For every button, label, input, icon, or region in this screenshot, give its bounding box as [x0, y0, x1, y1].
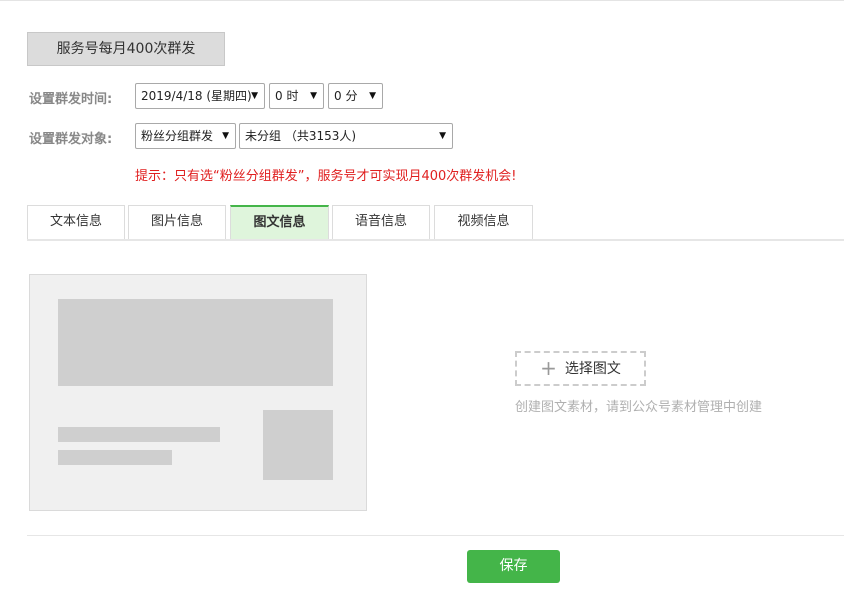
caret-down-icon: ▼ [439, 131, 446, 141]
plus-icon: + [540, 356, 557, 380]
save-button[interactable]: 保存 [467, 550, 560, 583]
select-news-hint: 创建图文素材，请到公众号素材管理中创建 [515, 400, 763, 415]
summary-line-placeholder [58, 450, 172, 465]
date-select-value: 2019/4/18 (星期四) [141, 89, 252, 103]
caret-down-icon: ▼ [310, 91, 317, 101]
mass-send-title-button[interactable]: 服务号每月400次群发 [27, 32, 225, 66]
caret-down-icon: ▼ [222, 131, 229, 141]
target-mode-value: 粉丝分组群发 [141, 129, 214, 143]
minute-select[interactable]: 0 分 ▼ [328, 83, 383, 109]
minute-select-value: 0 分 [334, 89, 358, 103]
tab-voice[interactable]: 语音信息 [332, 205, 430, 239]
hour-select[interactable]: 0 时 ▼ [269, 83, 324, 109]
select-news-button[interactable]: + 选择图文 [515, 351, 646, 386]
tab-news[interactable]: 图文信息 [230, 205, 329, 239]
hour-select-value: 0 时 [275, 89, 299, 103]
tab-video[interactable]: 视频信息 [434, 205, 533, 239]
target-label: 设置群发对象: [29, 132, 113, 147]
top-divider [0, 0, 844, 1]
date-select[interactable]: 2019/4/18 (星期四) ▼ [135, 83, 265, 109]
schedule-label: 设置群发时间: [29, 92, 113, 107]
caret-down-icon: ▼ [251, 91, 258, 101]
news-preview-placeholder [29, 274, 367, 511]
tabs-divider [27, 239, 844, 241]
cover-image-placeholder [58, 299, 333, 386]
target-mode-select[interactable]: 粉丝分组群发 ▼ [135, 123, 236, 149]
thumbnail-placeholder [263, 410, 333, 480]
tab-text[interactable]: 文本信息 [27, 205, 125, 239]
title-line-placeholder [58, 427, 220, 442]
select-news-label: 选择图文 [564, 361, 621, 377]
mass-send-tip: 提示：只有选“粉丝分组群发”，服务号才可实现月400次群发机会! [135, 169, 517, 184]
tab-image[interactable]: 图片信息 [128, 205, 226, 239]
fan-group-value: 未分组 （共3153人) [245, 129, 357, 143]
footer-divider [27, 535, 844, 536]
caret-down-icon: ▼ [369, 91, 376, 101]
fan-group-select[interactable]: 未分组 （共3153人) ▼ [239, 123, 453, 149]
